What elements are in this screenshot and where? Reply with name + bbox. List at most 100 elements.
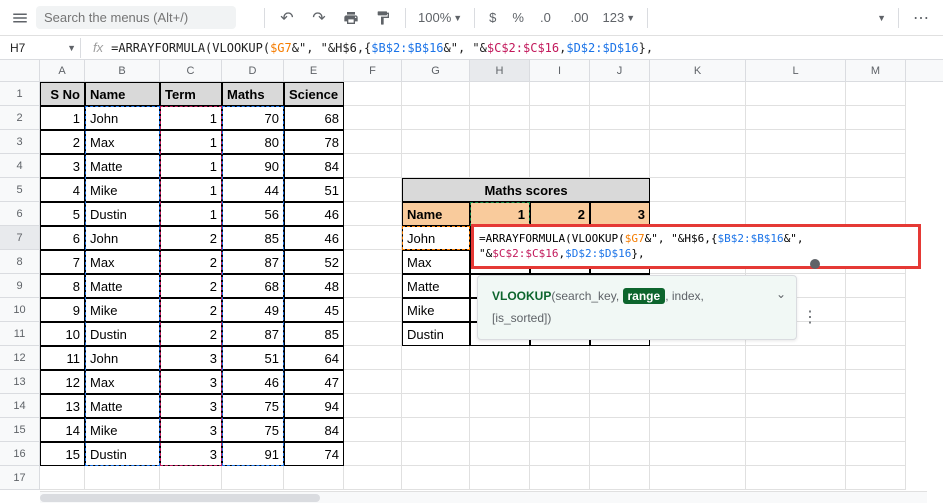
spreadsheet-grid[interactable]: A B C D E F G H I J K L M 1S NoNameTermM… xyxy=(0,60,943,503)
cell[interactable] xyxy=(530,346,590,370)
cell[interactable]: Matte xyxy=(402,274,470,298)
cell[interactable] xyxy=(746,154,846,178)
cell[interactable]: 14 xyxy=(40,418,85,442)
cell[interactable]: 70 xyxy=(222,106,284,130)
cell[interactable]: 15 xyxy=(40,442,85,466)
cell[interactable]: 2 xyxy=(160,274,222,298)
cell[interactable]: 91 xyxy=(222,442,284,466)
col-header-A[interactable]: A xyxy=(40,60,85,81)
cell[interactable] xyxy=(746,466,846,490)
cell[interactable]: 2 xyxy=(160,298,222,322)
percent-button[interactable]: % xyxy=(506,10,530,25)
cell[interactable] xyxy=(470,154,530,178)
cell[interactable] xyxy=(650,130,746,154)
row-header[interactable]: 12 xyxy=(0,346,40,370)
cell[interactable]: Name xyxy=(85,82,160,106)
cell[interactable]: 5 xyxy=(40,202,85,226)
cell[interactable]: 48 xyxy=(284,274,344,298)
cell[interactable] xyxy=(746,178,846,202)
cell[interactable] xyxy=(650,418,746,442)
cell[interactable] xyxy=(344,298,402,322)
cell[interactable] xyxy=(846,82,906,106)
cell[interactable] xyxy=(650,346,746,370)
cell[interactable]: 3 xyxy=(40,154,85,178)
collapse-help-icon[interactable]: ⌄ xyxy=(776,284,786,306)
cell[interactable] xyxy=(222,466,284,490)
cell[interactable]: 3 xyxy=(160,346,222,370)
cell[interactable] xyxy=(344,418,402,442)
cell[interactable] xyxy=(160,466,222,490)
col-header-D[interactable]: D xyxy=(222,60,284,81)
cell[interactable]: Mike xyxy=(85,298,160,322)
cell[interactable] xyxy=(402,154,470,178)
row-header[interactable]: 2 xyxy=(0,106,40,130)
cell[interactable] xyxy=(344,202,402,226)
cell[interactable]: Dustin xyxy=(85,202,160,226)
cell[interactable] xyxy=(746,106,846,130)
col-header-L[interactable]: L xyxy=(746,60,846,81)
col-header-J[interactable]: J xyxy=(590,60,650,81)
cell[interactable]: 1 xyxy=(40,106,85,130)
help-more-icon[interactable]: ⋮ xyxy=(802,304,818,333)
cell[interactable] xyxy=(402,130,470,154)
formula-input[interactable]: =ARRAYFORMULA(VLOOKUP($G7&", "&H$6,{$B$2… xyxy=(111,41,937,55)
cell[interactable] xyxy=(590,154,650,178)
cell[interactable] xyxy=(402,82,470,106)
menu-icon[interactable] xyxy=(8,6,32,30)
row-header[interactable]: 1 xyxy=(0,82,40,106)
cell[interactable] xyxy=(590,466,650,490)
row-header[interactable]: 10 xyxy=(0,298,40,322)
row-header[interactable]: 7 xyxy=(0,226,40,250)
cell[interactable] xyxy=(590,346,650,370)
cell[interactable] xyxy=(846,418,906,442)
cell[interactable] xyxy=(650,202,746,226)
more-dropdown[interactable]: ▼ xyxy=(871,13,890,23)
paint-format-icon[interactable] xyxy=(369,6,397,30)
cell[interactable]: 4 xyxy=(40,178,85,202)
cell[interactable] xyxy=(344,250,402,274)
cell[interactable]: Max xyxy=(85,370,160,394)
scrollbar-thumb[interactable] xyxy=(40,494,320,502)
row-header[interactable]: 8 xyxy=(0,250,40,274)
cell[interactable] xyxy=(746,370,846,394)
cell[interactable]: 6 xyxy=(40,226,85,250)
select-all-corner[interactable] xyxy=(0,60,40,81)
cell[interactable]: 3 xyxy=(160,418,222,442)
cell[interactable]: Term xyxy=(160,82,222,106)
cell[interactable]: 90 xyxy=(222,154,284,178)
row-header[interactable]: 16 xyxy=(0,442,40,466)
cell[interactable] xyxy=(344,154,402,178)
cell[interactable] xyxy=(846,274,906,298)
cell[interactable]: 2 xyxy=(160,322,222,346)
cell[interactable]: 3 xyxy=(160,370,222,394)
cell[interactable] xyxy=(650,394,746,418)
cell[interactable]: 1 xyxy=(160,106,222,130)
cell[interactable]: Maths xyxy=(222,82,284,106)
cell[interactable]: 8 xyxy=(40,274,85,298)
cell[interactable] xyxy=(846,394,906,418)
cell[interactable] xyxy=(590,418,650,442)
cell[interactable]: 1 xyxy=(160,154,222,178)
cell[interactable]: Max xyxy=(85,250,160,274)
col-header-C[interactable]: C xyxy=(160,60,222,81)
cell[interactable] xyxy=(590,130,650,154)
cell[interactable] xyxy=(650,466,746,490)
cell[interactable] xyxy=(650,82,746,106)
cell[interactable]: 56 xyxy=(222,202,284,226)
row-header[interactable]: 6 xyxy=(0,202,40,226)
cell[interactable] xyxy=(40,466,85,490)
col-header-G[interactable]: G xyxy=(402,60,470,81)
cell[interactable]: 9 xyxy=(40,298,85,322)
cell[interactable]: Dustin xyxy=(85,322,160,346)
name-box[interactable]: H7▼ xyxy=(6,41,76,55)
cell[interactable]: Matte xyxy=(85,274,160,298)
undo-icon[interactable]: ↶ xyxy=(273,6,301,30)
cell[interactable] xyxy=(470,370,530,394)
cell[interactable] xyxy=(746,130,846,154)
cell[interactable] xyxy=(402,418,470,442)
cell[interactable]: 87 xyxy=(222,250,284,274)
cell[interactable]: 2 xyxy=(160,250,222,274)
cell[interactable] xyxy=(846,322,906,346)
cell[interactable] xyxy=(846,346,906,370)
cell[interactable]: Max xyxy=(402,250,470,274)
